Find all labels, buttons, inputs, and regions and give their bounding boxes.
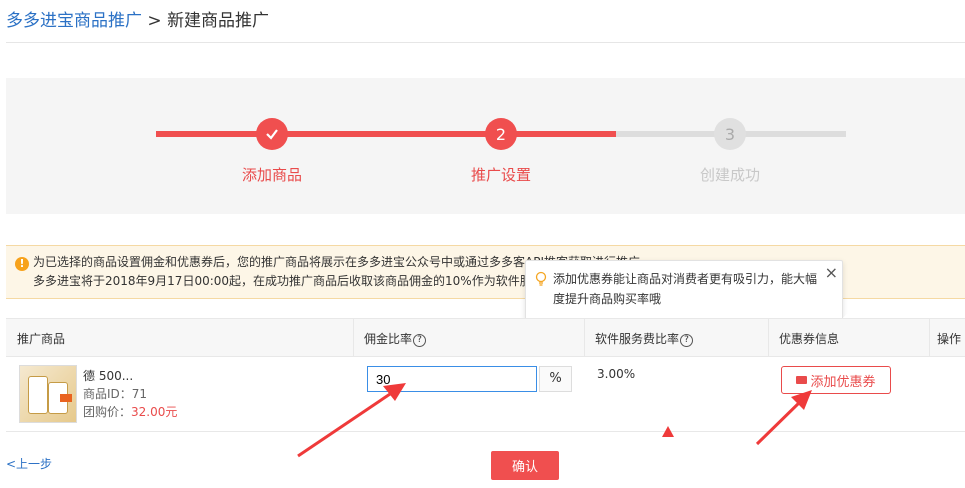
step-3-label: 创建成功 — [699, 166, 760, 184]
progress-track-completed — [156, 131, 616, 137]
col-divider — [929, 319, 930, 356]
add-coupon-button-label: 添加优惠券 — [810, 373, 876, 389]
help-icon[interactable]: ? — [413, 334, 427, 347]
col-divider — [584, 319, 585, 356]
step-1-done-indicator — [256, 118, 288, 150]
service-fee-rate: 3.00% — [597, 367, 636, 381]
notice-line-2: 多多进宝将于2018年9月17日00:00起，在成功推广商品后收取该商品佣金的1… — [33, 274, 556, 288]
col-header-service-fee: 软件服务费比率? — [595, 330, 694, 347]
step-progress: 添加商品 2 推广设置 3 创建成功 — [6, 78, 965, 214]
step-3-indicator: 3 — [714, 118, 746, 150]
col-divider — [353, 319, 354, 356]
col-header-commission-label: 佣金比率 — [364, 332, 413, 346]
help-icon[interactable]: ? — [680, 334, 694, 347]
page-title: 新建商品推广 — [167, 11, 270, 31]
product-id-value: 71 — [131, 387, 148, 401]
step-1-label: 添加商品 — [241, 166, 302, 184]
confirm-button[interactable]: 确认 — [491, 451, 559, 480]
product-image-tag — [60, 394, 72, 402]
product-price-value: 32.00元 — [131, 405, 178, 419]
table-header: 推广商品 佣金比率? 软件服务费比率? 优惠券信息 操作 — [6, 318, 965, 357]
breadcrumb-parent-link[interactable]: 多多进宝商品推广 — [6, 11, 142, 31]
col-header-action: 操作 — [937, 332, 962, 346]
col-divider — [768, 319, 769, 356]
step-2-indicator: 2 — [485, 118, 517, 150]
close-icon[interactable]: × — [825, 263, 838, 282]
coupon-tip-popover: 添加优惠券能让商品对消费者更有吸引力，能大幅度提升商品购买率哦 × — [525, 260, 860, 329]
previous-step-link[interactable]: <上一步 — [6, 455, 52, 472]
product-price-label: 团购价： — [83, 405, 132, 419]
lightbulb-icon — [535, 271, 547, 286]
col-header-commission: 佣金比率? — [364, 330, 427, 347]
col-header-product: 推广商品 — [17, 332, 66, 346]
coupon-tip-text: 添加优惠券能让商品对消费者更有吸引力，能大幅度提升商品购买率哦 — [553, 272, 818, 306]
product-image-can — [28, 376, 48, 414]
product-id-label: 商品ID： — [83, 387, 132, 401]
add-coupon-button[interactable]: 添加优惠券 — [781, 366, 891, 394]
step-2-label: 推广设置 — [470, 166, 531, 184]
table-row: 德 500... 商品ID：71 团购价：32.00元 % 3.00% 添加优惠… — [6, 356, 965, 432]
breadcrumb-separator: > — [142, 11, 168, 31]
breadcrumb: 多多进宝商品推广 > 新建商品推广 — [6, 6, 269, 31]
warning-icon: ! — [15, 257, 29, 271]
product-name[interactable]: 德 500... — [83, 367, 133, 384]
header-divider — [6, 42, 965, 43]
col-header-coupon: 优惠券信息 — [779, 332, 840, 346]
commission-rate-input[interactable] — [367, 366, 537, 392]
product-price: 团购价：32.00元 — [83, 403, 177, 420]
col-header-service-fee-label: 软件服务费比率 — [595, 332, 680, 346]
product-thumbnail — [19, 365, 77, 423]
coupon-ticket-icon — [796, 376, 808, 384]
percent-unit-addon: % — [539, 366, 572, 392]
check-icon — [266, 129, 278, 140]
product-id: 商品ID：71 — [83, 385, 147, 402]
